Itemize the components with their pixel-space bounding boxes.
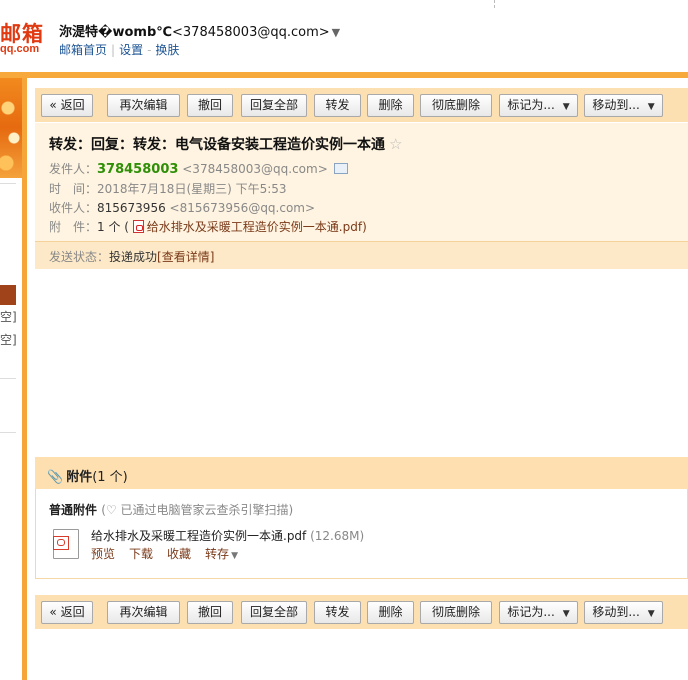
reply-all-button[interactable]: 回复全部 bbox=[241, 94, 307, 117]
dropdown-arrow-icon: ▼ bbox=[562, 102, 570, 112]
scan-note: (♡ 已通过电脑管家云查杀引擎扫描) bbox=[101, 503, 294, 517]
move-to-label: 移动到... bbox=[592, 605, 640, 619]
divider: | bbox=[111, 43, 116, 57]
back-button[interactable]: « 返回 bbox=[41, 601, 93, 624]
divider bbox=[0, 183, 16, 184]
move-to-label: 移动到... bbox=[592, 98, 640, 112]
skin-decoration-image bbox=[0, 78, 22, 178]
attachment-title: 📎 附件(1 个) bbox=[47, 466, 128, 485]
time-label: 时 间： bbox=[49, 182, 98, 196]
move-to-dropdown[interactable]: 移动到... ▼ bbox=[584, 601, 663, 624]
account-info[interactable]: 沵湜特�womb℃<378458003@qq.com> ▼ bbox=[59, 21, 340, 40]
attachment-file-name[interactable]: 给水排水及采暖工程造价实例一本通.pdf bbox=[91, 529, 306, 543]
mark-as-dropdown[interactable]: 标记为... ▼ bbox=[499, 94, 578, 117]
top-toolbar: « 返回 再次编辑 撤回 回复全部 转发 删除 彻底删除 标记为... ▼ 移动到… bbox=[35, 88, 688, 122]
save-to-link[interactable]: 转存 bbox=[205, 547, 229, 561]
mark-as-dropdown[interactable]: 标记为... ▼ bbox=[499, 601, 578, 624]
back-button[interactable]: « 返回 bbox=[41, 94, 93, 117]
sender-label: 发件人： bbox=[49, 162, 98, 176]
sidebar-item-label[interactable]: 空] bbox=[0, 331, 17, 348]
collect-link[interactable]: 收藏 bbox=[167, 547, 191, 561]
reedit-button[interactable]: 再次编辑 bbox=[107, 94, 180, 117]
attachment-total: (1 个) bbox=[92, 470, 128, 485]
status-value: 投递成功 bbox=[109, 250, 158, 264]
sender-row: 发件人：378458003 <378458003@qq.com> bbox=[49, 160, 348, 177]
sidebar-item-label[interactable]: 空] bbox=[0, 308, 17, 325]
mail-subject: 转发：回复：转发：电气设备安装工程造价实例一本通 ☆ bbox=[49, 134, 402, 154]
account-name: 沵湜特�womb℃ bbox=[59, 25, 173, 40]
attachment-count: 1 个 ( bbox=[97, 220, 129, 234]
attachment-file: 给水排水及采暖工程造价实例一本通.pdf (12.68M) bbox=[91, 527, 364, 544]
permanent-delete-button[interactable]: 彻底删除 bbox=[420, 601, 492, 624]
view-details-link[interactable]: [查看详情] bbox=[157, 250, 214, 264]
divider bbox=[0, 432, 16, 433]
forward-button[interactable]: 转发 bbox=[314, 601, 361, 624]
attachment-row: 附 件：1 个 ( 给水排水及采暖工程造价实例一本通.pdf) bbox=[49, 218, 367, 235]
mark-as-label: 标记为... bbox=[507, 98, 555, 112]
forward-button[interactable]: 转发 bbox=[314, 94, 361, 117]
mail-page: 邮箱 qq.com 沵湜特�womb℃<378458003@qq.com> ▼ 邮… bbox=[0, 0, 688, 680]
subject-text: 转发：回复：转发：电气设备安装工程造价实例一本通 bbox=[49, 137, 385, 153]
account-email: <378458003@qq.com> bbox=[172, 25, 330, 40]
move-to-dropdown[interactable]: 移动到... ▼ bbox=[584, 94, 663, 117]
permanent-delete-button[interactable]: 彻底删除 bbox=[420, 94, 492, 117]
divider bbox=[494, 0, 495, 8]
mail-home-link[interactable]: 邮箱首页 bbox=[59, 43, 107, 57]
qq-mail-logo-domain: qq.com bbox=[0, 43, 40, 55]
attachment-actions: 预览 下载 收藏 转存 ▼ bbox=[91, 545, 238, 562]
reply-all-button[interactable]: 回复全部 bbox=[241, 601, 307, 624]
attachment-category-label: 普通附件 bbox=[49, 503, 98, 517]
divider bbox=[0, 378, 16, 379]
recall-button[interactable]: 撤回 bbox=[187, 601, 233, 624]
attachment-file-size: (12.68M) bbox=[310, 529, 365, 543]
pdf-file-icon[interactable] bbox=[53, 529, 79, 559]
sidebar-selected-item[interactable] bbox=[0, 285, 16, 305]
dropdown-arrow-icon: ▼ bbox=[647, 102, 655, 112]
dash-separator: - bbox=[147, 43, 152, 57]
attachment-title-text: 附件 bbox=[66, 470, 93, 485]
paperclip-icon: 📎 bbox=[47, 470, 64, 485]
recipient-email: <815673956@qq.com> bbox=[169, 201, 316, 215]
sender-email: <378458003@qq.com> bbox=[182, 162, 328, 176]
time-value: 2018年7月18日(星期三) 下午5:53 bbox=[97, 182, 287, 196]
sender-name[interactable]: 378458003 bbox=[97, 162, 178, 177]
chevron-down-icon[interactable]: ▼ bbox=[332, 26, 340, 39]
recipient-row: 收件人：815673956 <815673956@qq.com> bbox=[49, 199, 315, 216]
chevron-down-icon[interactable]: ▼ bbox=[231, 551, 238, 561]
delete-button[interactable]: 删除 bbox=[367, 94, 414, 117]
attachment-link[interactable]: 给水排水及采暖工程造价实例一本通.pdf bbox=[147, 220, 362, 234]
dropdown-arrow-icon: ▼ bbox=[562, 609, 570, 619]
star-icon[interactable]: ☆ bbox=[389, 135, 402, 153]
recall-button[interactable]: 撤回 bbox=[187, 94, 233, 117]
recipient-name[interactable]: 815673956 bbox=[97, 201, 166, 215]
reedit-button[interactable]: 再次编辑 bbox=[107, 601, 180, 624]
attachment-panel-header bbox=[35, 457, 688, 489]
recipient-label: 收件人： bbox=[49, 201, 98, 215]
time-row: 时 间：2018年7月18日(星期三) 下午5:53 bbox=[49, 180, 287, 197]
top-header: 邮箱 qq.com 沵湜特�womb℃<378458003@qq.com> ▼ 邮… bbox=[0, 0, 688, 72]
preview-link[interactable]: 预览 bbox=[91, 547, 115, 561]
attachment-label: 附 件： bbox=[49, 220, 98, 234]
mark-as-label: 标记为... bbox=[507, 605, 555, 619]
header-links: 邮箱首页 | 设置 - 换肤 bbox=[59, 41, 179, 58]
bottom-toolbar: « 返回 再次编辑 撤回 回复全部 转发 删除 彻底删除 标记为... ▼ 移动到… bbox=[35, 595, 688, 629]
delivery-status: 发送状态：投递成功[查看详情] bbox=[49, 248, 214, 265]
contact-card-icon[interactable] bbox=[333, 163, 348, 174]
download-link[interactable]: 下载 bbox=[129, 547, 153, 561]
change-skin-link[interactable]: 换肤 bbox=[155, 43, 179, 57]
settings-link[interactable]: 设置 bbox=[119, 43, 143, 57]
dropdown-arrow-icon: ▼ bbox=[647, 609, 655, 619]
attachment-close-paren: ) bbox=[362, 220, 367, 234]
pdf-file-icon bbox=[132, 220, 144, 233]
delete-button[interactable]: 删除 bbox=[367, 601, 414, 624]
attachment-category: 普通附件 (♡ 已通过电脑管家云查杀引擎扫描) bbox=[49, 501, 293, 518]
status-label: 发送状态： bbox=[49, 250, 110, 264]
